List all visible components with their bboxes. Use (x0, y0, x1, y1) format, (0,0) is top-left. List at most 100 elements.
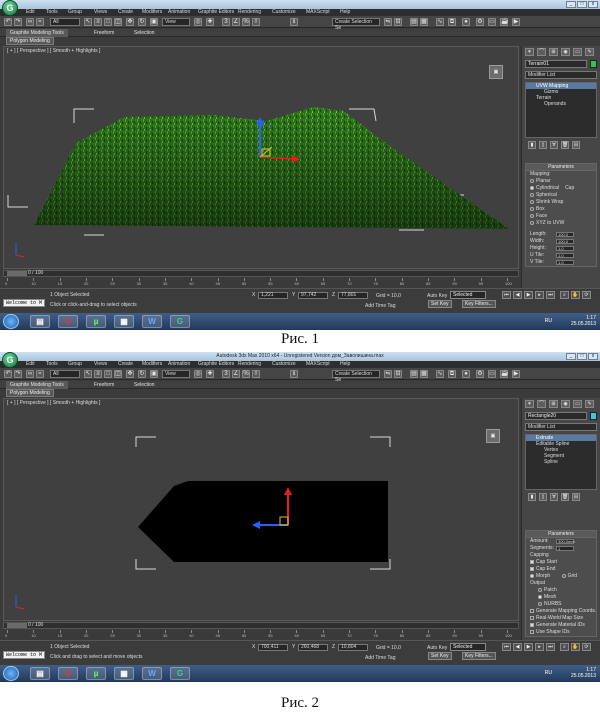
scale-icon[interactable]: ▣ (150, 370, 158, 378)
maximize-button[interactable]: □ (577, 353, 587, 360)
key-filters-button[interactable]: Key Filters... (462, 300, 496, 308)
close-button[interactable]: x (588, 353, 598, 360)
menu-tools[interactable]: Tools (46, 9, 58, 16)
maxscript-listener[interactable]: Welcome to M (3, 299, 45, 307)
auto-key-label[interactable]: Auto Key (427, 645, 447, 651)
prev-frame-icon[interactable]: ◀ (513, 291, 522, 299)
motion-tab-icon[interactable]: ◉ (561, 48, 570, 56)
configure-sets-icon[interactable]: ⊟ (572, 141, 580, 149)
menu-modifiers[interactable]: Modifiers (142, 361, 162, 368)
tab-graphite-modeling-tools[interactable]: Graphite Modeling Tools (6, 29, 68, 37)
redo-icon[interactable]: ↷ (14, 18, 22, 26)
unlink-icon[interactable]: ≈ (36, 370, 44, 378)
output-radio[interactable] (538, 588, 542, 592)
menu-help[interactable]: Help (340, 361, 350, 368)
minimize-button[interactable]: _ (566, 353, 576, 360)
polygon-modeling-button[interactable]: Polygon Modeling (6, 389, 54, 397)
material-editor-icon[interactable]: ● (462, 370, 470, 378)
menu-animation[interactable]: Animation (168, 361, 190, 368)
zoom-icon[interactable]: ⌕ (560, 291, 569, 299)
schematic-icon[interactable]: ⧉ (448, 370, 456, 378)
render-setup-icon[interactable]: ⚙ (476, 370, 484, 378)
menu-tools[interactable]: Tools (46, 361, 58, 368)
z-coord-field[interactable]: 10,804 (338, 644, 368, 651)
track-bar[interactable]: 0 10 15 20 25 30 35 40 45 50 55 60 65 70 75 80 85 90 95 100 (3, 630, 519, 639)
edit-named-sel-icon[interactable]: ℹ (290, 370, 298, 378)
goto-end-icon[interactable]: ⏭ (546, 291, 555, 299)
rotate-icon[interactable]: ↻ (138, 370, 146, 378)
cap-end-row[interactable]: Cap End (526, 566, 596, 573)
pan-icon[interactable]: ✋ (571, 291, 580, 299)
option-checkbox[interactable] (530, 623, 534, 627)
mapping-radio[interactable] (530, 186, 534, 190)
orbit-icon[interactable]: ⟳ (582, 291, 591, 299)
make-unique-icon[interactable]: ∀ (550, 493, 558, 501)
start-button[interactable] (3, 314, 19, 329)
tray-clock[interactable]: 1:17 25.05.2013 (571, 667, 596, 679)
menu-edit[interactable]: Edit (26, 361, 35, 368)
max-task-icon[interactable]: G (170, 667, 190, 680)
scale-icon[interactable]: ▣ (150, 18, 158, 26)
minimize-button[interactable]: _ (566, 1, 576, 8)
explorer-task-icon[interactable]: ▤ (30, 315, 50, 328)
explorer-task-icon[interactable]: ▤ (30, 667, 50, 680)
schematic-icon[interactable]: ⧉ (448, 18, 456, 26)
rect-selection-icon[interactable]: □ (104, 370, 112, 378)
ref-coord-dropdown[interactable]: View (162, 370, 190, 378)
mapping-radio[interactable] (530, 214, 534, 218)
modifier-list-dropdown[interactable]: Modifier List (525, 71, 597, 79)
motion-tab-icon[interactable]: ◉ (561, 400, 570, 408)
grid-radio[interactable] (561, 574, 566, 578)
param-field[interactable]: 100,0 (556, 239, 574, 244)
configure-sets-icon[interactable]: ⊟ (572, 493, 580, 501)
perspective-viewport[interactable]: [ + ] [ Perspective ] [ Smooth + Highlig… (3, 46, 519, 269)
start-button[interactable] (3, 666, 19, 681)
menu-customize[interactable]: Customize (272, 9, 296, 16)
set-key-button[interactable]: Set Key (428, 652, 452, 660)
z-coord-field[interactable]: 77,801 (338, 292, 368, 299)
tray-lang[interactable]: RU (545, 318, 552, 324)
time-slider[interactable]: 0 / 100 (3, 270, 519, 277)
option-check-row[interactable]: Generate Material IDs (526, 622, 596, 629)
unlink-icon[interactable]: ≈ (36, 18, 44, 26)
mapping-radio[interactable] (530, 193, 534, 197)
opera-task-icon[interactable]: O (58, 667, 78, 680)
next-frame-icon[interactable]: ▸ (535, 291, 544, 299)
perspective-viewport[interactable]: [ + ] [ Perspective ] [ Smooth + Highlig… (3, 398, 519, 621)
make-unique-icon[interactable]: ∀ (550, 141, 558, 149)
undo-icon[interactable]: ↶ (4, 370, 12, 378)
menu-create[interactable]: Create (118, 9, 133, 16)
opera-task-icon[interactable]: O (58, 315, 78, 328)
output-option[interactable]: Patch (526, 587, 596, 594)
pin-stack-icon[interactable]: ▮ (528, 141, 536, 149)
window-crossing-icon[interactable]: ◫ (114, 18, 122, 26)
mapping-radio[interactable] (530, 179, 534, 183)
menu-edit[interactable]: Edit (26, 9, 35, 16)
tab-graphite-modeling-tools[interactable]: Graphite Modeling Tools (6, 381, 68, 389)
time-slider-handle[interactable] (7, 271, 27, 276)
tab-freeform[interactable]: Freeform (90, 381, 118, 389)
link-icon[interactable]: ∞ (26, 370, 34, 378)
output-option[interactable]: Mesh (526, 594, 596, 601)
set-key-button[interactable]: Set Key (428, 300, 452, 308)
rollout-title[interactable]: Parameters (526, 164, 596, 171)
menu-views[interactable]: Views (94, 361, 107, 368)
auto-key-label[interactable]: Auto Key (427, 293, 447, 299)
move-icon[interactable]: ✥ (126, 370, 134, 378)
menu-create[interactable]: Create (118, 361, 133, 368)
display-tab-icon[interactable]: ▭ (573, 48, 582, 56)
cap-start-row[interactable]: Cap Start (526, 559, 596, 566)
option-check-row[interactable]: Use Shape IDs (526, 629, 596, 636)
goto-end-icon[interactable]: ⏭ (546, 643, 555, 651)
spinner-snap-icon[interactable]: ◊ (252, 370, 260, 378)
object-color-swatch[interactable] (590, 60, 597, 68)
utorrent-task-icon[interactable]: µ (86, 315, 106, 328)
mirror-icon[interactable]: ⇋ (384, 18, 392, 26)
play-icon[interactable]: ▶ (524, 291, 533, 299)
tab-freeform[interactable]: Freeform (90, 29, 118, 37)
mirror-icon[interactable]: ⇋ (384, 370, 392, 378)
quick-render-icon[interactable]: ▶ (512, 18, 520, 26)
option-checkbox[interactable] (530, 616, 534, 620)
option-check-row[interactable]: Generate Mapping Coords. (526, 608, 596, 615)
rotate-icon[interactable]: ↻ (138, 18, 146, 26)
